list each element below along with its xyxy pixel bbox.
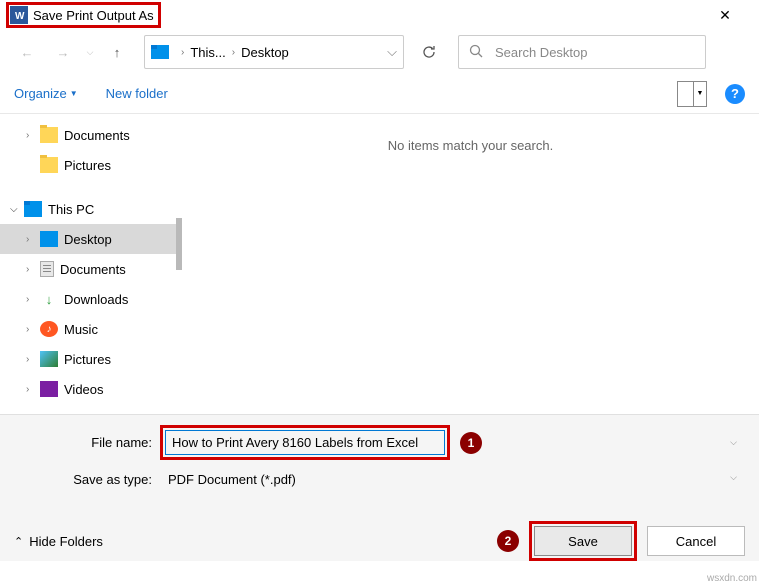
desktop-icon <box>40 231 58 247</box>
up-button[interactable]: ↑ <box>100 35 134 69</box>
body: › Documents Pictures ⌵ This PC › Desktop… <box>0 114 759 414</box>
chevron-up-icon: ⌃ <box>14 535 23 548</box>
refresh-button[interactable] <box>412 35 446 69</box>
music-icon: ♪ <box>40 321 58 337</box>
save-button[interactable]: Save <box>534 526 632 556</box>
organize-menu[interactable]: Organize▼ <box>14 86 78 101</box>
chevron-right-icon: › <box>26 384 36 395</box>
chevron-right-icon: › <box>26 130 36 141</box>
breadcrumb-part[interactable]: This... <box>190 45 225 60</box>
tree-item-pictures[interactable]: › Pictures <box>0 344 182 374</box>
chevron-right-icon: › <box>26 264 36 275</box>
chevron-right-icon: › <box>26 354 36 365</box>
annotation-marker-2: 2 <box>497 530 519 552</box>
breadcrumb-part[interactable]: Desktop <box>241 45 289 60</box>
chevron-right-icon: › <box>26 234 36 245</box>
address-bar[interactable]: › This... › Desktop ⌵ <box>144 35 404 69</box>
folder-icon <box>40 127 58 143</box>
savetype-label: Save as type: <box>14 472 160 487</box>
title-bar: W Save Print Output As ✕ <box>0 0 759 30</box>
folder-icon <box>40 157 58 173</box>
download-icon: ↓ <box>40 291 58 307</box>
new-folder-button[interactable]: New folder <box>106 86 168 101</box>
nav-bar: ← → ⌵ ↑ › This... › Desktop ⌵ Search Des… <box>0 30 759 74</box>
view-button[interactable]: ▼ <box>677 81 707 107</box>
chevron-right-icon: › <box>232 47 235 58</box>
watermark: wsxdn.com <box>707 573 757 584</box>
address-dropdown[interactable]: ⌵ <box>387 44 397 60</box>
location-icon <box>151 45 169 59</box>
videos-icon <box>40 381 58 397</box>
file-list: No items match your search. <box>182 114 759 414</box>
chevron-down-icon: ⌵ <box>730 472 737 487</box>
tree-item-documents[interactable]: › Documents <box>0 254 182 284</box>
filename-label: File name: <box>14 435 160 450</box>
search-icon <box>469 44 483 61</box>
tree-item-documents[interactable]: › Documents <box>0 120 182 150</box>
tree-scrollbar[interactable] <box>176 218 182 270</box>
search-placeholder: Search Desktop <box>495 45 588 60</box>
search-input[interactable]: Search Desktop <box>458 35 706 69</box>
save-highlight: Save <box>529 521 637 561</box>
tree-item-thispc[interactable]: ⌵ This PC <box>0 194 182 224</box>
hide-folders-button[interactable]: ⌃ Hide Folders <box>14 534 103 549</box>
pictures-icon <box>40 351 58 367</box>
pc-icon <box>24 201 42 217</box>
toolbar: Organize▼ New folder ▼ ? <box>0 74 759 114</box>
filename-highlight: How to Print Avery 8160 Labels from Exce… <box>160 425 450 460</box>
filename-input[interactable]: How to Print Avery 8160 Labels from Exce… <box>165 430 445 455</box>
tree-item-videos[interactable]: › Videos <box>0 374 182 404</box>
tree-item-pictures[interactable]: Pictures <box>0 150 182 180</box>
document-icon <box>40 261 54 277</box>
chevron-down-icon: ⌵ <box>10 204 20 215</box>
dialog-footer: ⌃ Hide Folders 2 Save Cancel <box>0 507 759 561</box>
cancel-button[interactable]: Cancel <box>647 526 745 556</box>
window-title: Save Print Output As <box>33 8 154 23</box>
save-form: File name: How to Print Avery 8160 Label… <box>0 414 759 507</box>
folder-tree: › Documents Pictures ⌵ This PC › Desktop… <box>0 114 182 414</box>
chevron-right-icon: › <box>26 294 36 305</box>
annotation-marker-1: 1 <box>460 432 482 454</box>
chevron-right-icon: › <box>181 47 184 58</box>
chevron-right-icon: › <box>26 324 36 335</box>
tree-item-music[interactable]: › ♪ Music <box>0 314 182 344</box>
filename-dropdown[interactable]: ⌵ <box>730 437 737 448</box>
title-highlight: W Save Print Output As <box>6 2 161 28</box>
back-button[interactable]: ← <box>10 35 44 69</box>
savetype-dropdown[interactable]: PDF Document (*.pdf) ⌵ <box>160 466 745 493</box>
recent-dropdown[interactable]: ⌵ <box>82 35 98 69</box>
word-icon: W <box>10 6 28 24</box>
tree-item-downloads[interactable]: › ↓ Downloads <box>0 284 182 314</box>
tree-item-desktop[interactable]: › Desktop <box>0 224 182 254</box>
help-button[interactable]: ? <box>725 84 745 104</box>
svg-text:W: W <box>15 11 25 21</box>
forward-button[interactable]: → <box>46 35 80 69</box>
close-button[interactable]: ✕ <box>705 2 745 28</box>
empty-message: No items match your search. <box>388 138 553 153</box>
